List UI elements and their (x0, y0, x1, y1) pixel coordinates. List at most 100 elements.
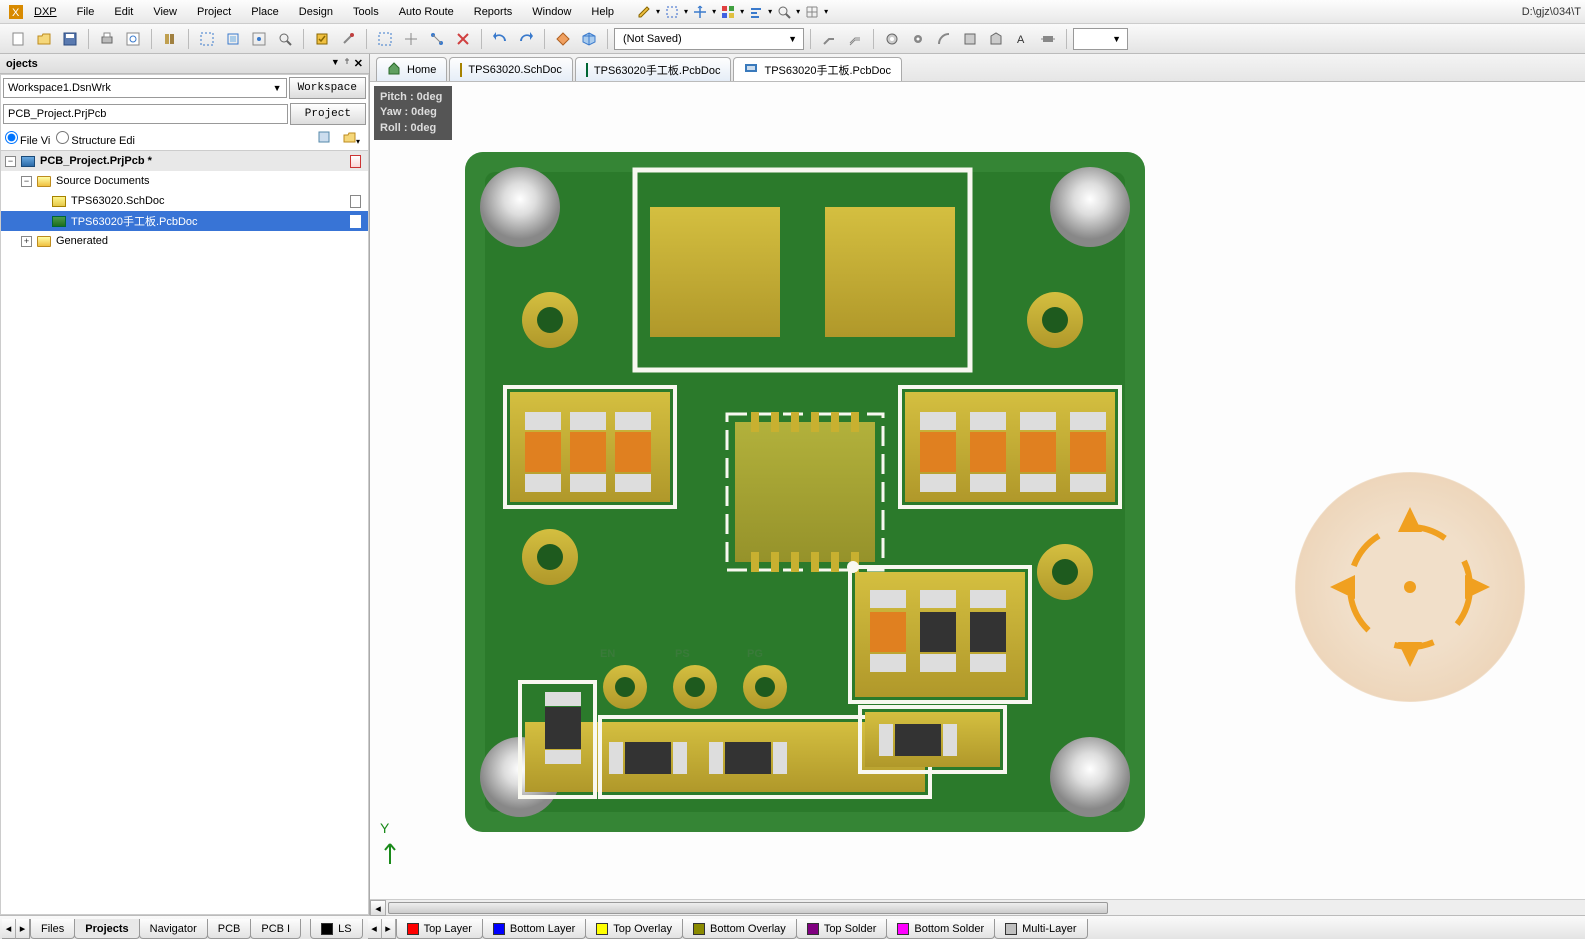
horizontal-scrollbar[interactable]: ◂ (370, 899, 1585, 915)
schematic-icon (460, 64, 462, 76)
menu-view[interactable]: View (143, 3, 187, 21)
place-arc-icon[interactable] (932, 27, 956, 51)
menu-design[interactable]: Design (289, 3, 343, 21)
find-similar-icon[interactable] (776, 4, 792, 20)
workspace-button[interactable]: Workspace (289, 77, 366, 99)
move-cursor-icon[interactable] (399, 27, 423, 51)
place-fill-icon[interactable] (958, 27, 982, 51)
menu-reports[interactable]: Reports (464, 3, 523, 21)
dropdown-icon[interactable]: ▼ (331, 57, 340, 70)
pcb-tab[interactable]: PCB (207, 919, 252, 939)
layer-scroll-left[interactable]: ◂ (368, 919, 382, 939)
zoom-area-icon[interactable] (195, 27, 219, 51)
browse-icon[interactable] (551, 27, 575, 51)
project-field[interactable]: PCB_Project.PrjPcb (3, 104, 288, 124)
menu-autoroute[interactable]: Auto Route (389, 3, 464, 21)
collapse-icon[interactable]: − (5, 156, 16, 167)
expand-icon[interactable]: + (21, 236, 32, 247)
multi-layer-tab[interactable]: Multi-Layer (994, 919, 1087, 939)
cross-probe-icon[interactable] (336, 27, 360, 51)
workspace-combo[interactable]: Workspace1.DsnWrk ▼ (3, 78, 287, 98)
menu-tools[interactable]: Tools (343, 3, 389, 21)
pencil-edit-icon[interactable] (636, 4, 652, 20)
library-icon[interactable] (158, 27, 182, 51)
move-icon[interactable] (692, 4, 708, 20)
place-string-icon[interactable]: A (1010, 27, 1034, 51)
menu-project[interactable]: Project (187, 3, 241, 21)
ls-layer-tab[interactable]: LS (310, 919, 362, 939)
file-view-radio[interactable]: File Vi (5, 131, 50, 147)
compile-icon[interactable] (310, 27, 334, 51)
pcb-icon (586, 64, 588, 76)
pcbdoc-tab-2[interactable]: TPS63020手工板.PcbDoc (733, 57, 902, 81)
menu-file[interactable]: File (67, 3, 105, 21)
print-preview-icon[interactable] (121, 27, 145, 51)
open-icon[interactable] (32, 27, 56, 51)
main-toolbar: (Not Saved) ▼ A ▼ (0, 24, 1585, 54)
undo-icon[interactable] (488, 27, 512, 51)
scroll-left-icon[interactable]: ◂ (370, 900, 386, 916)
scroll-thumb[interactable] (388, 902, 1108, 914)
menu-edit[interactable]: Edit (104, 3, 143, 21)
place-track-icon[interactable] (817, 27, 841, 51)
pcbdoc-tab-1[interactable]: TPS63020手工板.PcbDoc (575, 57, 732, 81)
navigator-tab[interactable]: Navigator (139, 919, 208, 939)
color-boxes-icon[interactable] (720, 4, 736, 20)
pin-icon[interactable] (342, 57, 352, 70)
top-layer-tab[interactable]: Top Layer (396, 919, 483, 939)
align-icon[interactable] (748, 4, 764, 20)
clear-filter-icon[interactable] (451, 27, 475, 51)
collapse-icon[interactable]: − (21, 176, 32, 187)
tabs-scroll-left[interactable]: ◂ (2, 919, 16, 939)
snap-icon[interactable] (425, 27, 449, 51)
place-via-icon[interactable] (906, 27, 930, 51)
view-config-combo[interactable]: (Not Saved) ▼ (614, 28, 804, 50)
menu-window[interactable]: Window (522, 3, 581, 21)
layer-swatch (596, 923, 608, 935)
bottom-layer-tab[interactable]: Bottom Layer (482, 919, 586, 939)
select-all-icon[interactable] (373, 27, 397, 51)
place-component-icon[interactable] (1036, 27, 1060, 51)
3d-icon[interactable] (577, 27, 601, 51)
panel-options-icon[interactable] (313, 130, 335, 147)
zoom-selected-icon[interactable] (247, 27, 271, 51)
schdoc-tab[interactable]: TPS63020.SchDoc (449, 57, 573, 81)
place-polygon-icon[interactable] (984, 27, 1008, 51)
zoom-fit-icon[interactable] (221, 27, 245, 51)
pcb-3d-canvas[interactable]: Pitch : 0deg Yaw : 0deg Roll : 0deg (370, 82, 1585, 899)
menu-place[interactable]: Place (241, 3, 289, 21)
bottom-overlay-tab[interactable]: Bottom Overlay (682, 919, 797, 939)
menu-dxp[interactable]: DXP (24, 3, 67, 21)
3d-nav-gizmo[interactable] (1295, 472, 1525, 702)
tree-generated[interactable]: + Generated (1, 231, 368, 251)
tabs-scroll-right[interactable]: ▸ (16, 919, 30, 939)
print-icon[interactable] (95, 27, 119, 51)
pcb-inspector-tab[interactable]: PCB I (250, 919, 301, 939)
close-icon[interactable]: ✕ (354, 57, 363, 70)
select-inside-icon[interactable] (664, 4, 680, 20)
tree-source-documents[interactable]: − Source Documents (1, 171, 368, 191)
tree-schdoc-item[interactable]: TPS63020.SchDoc (1, 191, 368, 211)
place-pad-icon[interactable] (880, 27, 904, 51)
snap-combo[interactable]: ▼ (1073, 28, 1128, 50)
structure-editor-radio[interactable]: Structure Edi (56, 131, 135, 147)
files-tab[interactable]: Files (30, 919, 75, 939)
grid-settings-icon[interactable] (804, 4, 820, 20)
redo-icon[interactable] (514, 27, 538, 51)
save-icon[interactable] (58, 27, 82, 51)
layer-scroll-right[interactable]: ▸ (382, 919, 396, 939)
tree-pcbdoc-item[interactable]: TPS63020手工板.PcbDoc (1, 211, 368, 231)
home-tab[interactable]: Home (376, 57, 447, 81)
svg-text:EN: EN (600, 648, 615, 660)
new-file-icon[interactable] (6, 27, 30, 51)
projects-tab[interactable]: Projects (74, 919, 139, 939)
menu-help[interactable]: Help (581, 3, 624, 21)
panel-refresh-icon[interactable]: ▾ (338, 130, 364, 147)
top-overlay-tab[interactable]: Top Overlay (585, 919, 683, 939)
tree-project-root[interactable]: − PCB_Project.PrjPcb * (1, 151, 368, 171)
top-solder-tab[interactable]: Top Solder (796, 919, 888, 939)
bottom-solder-tab[interactable]: Bottom Solder (886, 919, 995, 939)
project-button[interactable]: Project (290, 103, 366, 125)
zoom-object-icon[interactable] (273, 27, 297, 51)
place-diff-pair-icon[interactable] (843, 27, 867, 51)
